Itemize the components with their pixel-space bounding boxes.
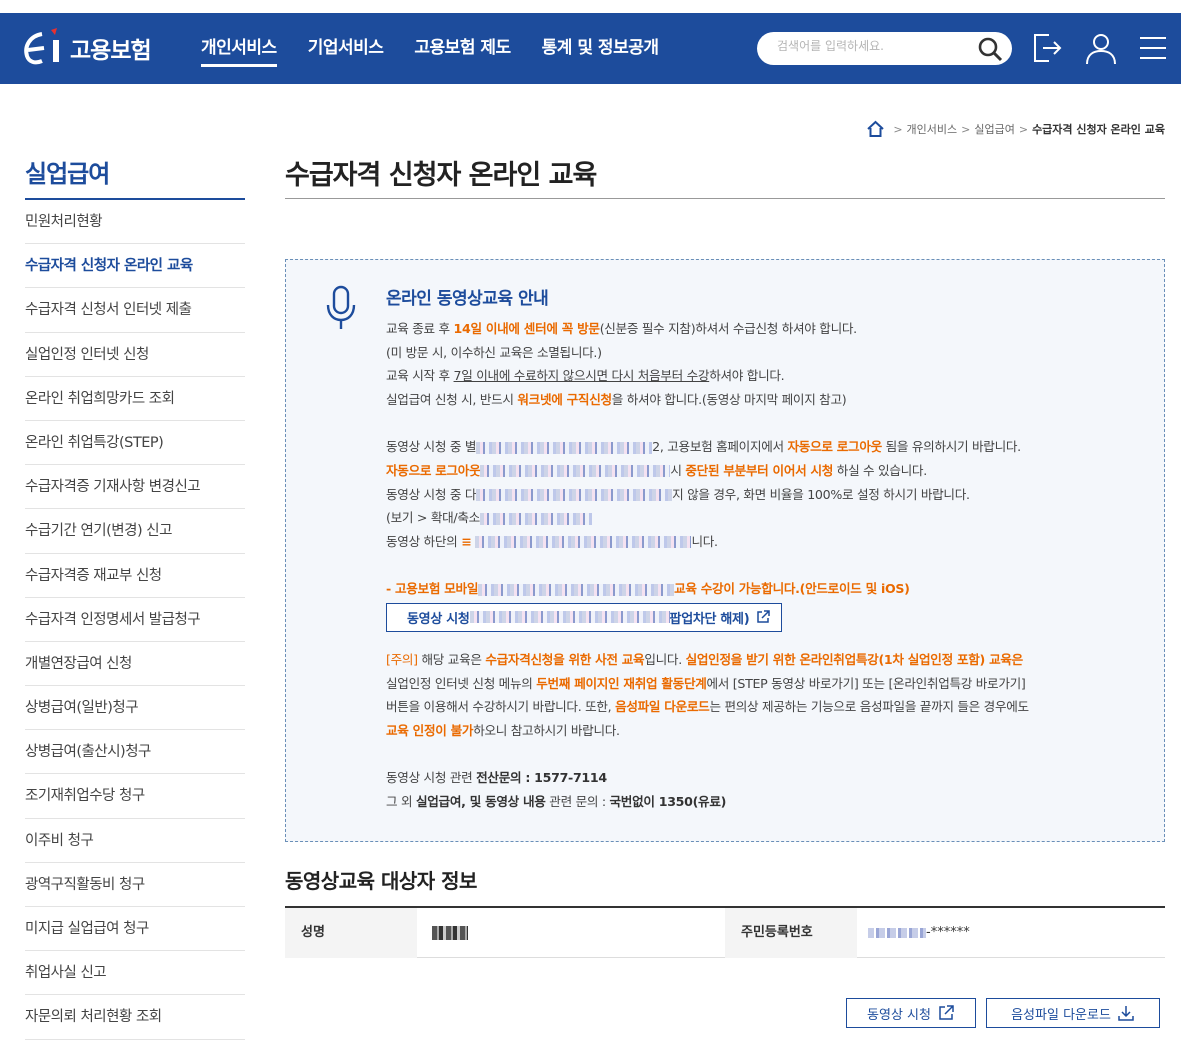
notice-line: 교육 시작 후 7일 이내에 수료하지 않으시면 다시 처음부터 수강하셔야 합… (386, 368, 785, 384)
logo-text: 고용보험 (70, 38, 152, 64)
ei-logo-icon (24, 28, 59, 65)
redacted-text (480, 465, 671, 478)
search-box (757, 32, 1012, 65)
redacted-text (476, 489, 673, 502)
external-link-icon (939, 1005, 954, 1020)
name-value (432, 908, 722, 958)
notice-title: 온라인 동영상교육 안내 (386, 289, 549, 309)
sidebar-item-wide-area[interactable]: 광역구직활동비 청구 (25, 863, 245, 907)
notice-line: 버튼을 이용해서 수강하시기 바랍니다. 또한, 음성파일 다운로드는 편의상 … (386, 699, 1029, 715)
redacted-ssn (868, 927, 926, 938)
redacted-text (479, 512, 592, 525)
sidebar-item-period-extension[interactable]: 수급기간 연기(변경) 신고 (25, 509, 245, 554)
sidebar-item-application-submit[interactable]: 수급자격 신청서 인터넷 제출 (25, 288, 245, 333)
subject-info-table: 성명 주민등록번호 -****** (285, 906, 1165, 958)
notice-body: 교육 종료 후 14일 이내에 센터에 꼭 방문(신분증 필수 지참)하셔서 수… (386, 317, 1156, 814)
watch-video-popup-link[interactable]: 동영상 시청 팝업차단 해제) (386, 602, 783, 632)
search-input[interactable] (777, 39, 967, 53)
sidebar-item-online-education[interactable]: 수급자격 신청자 온라인 교육 (25, 244, 245, 289)
subject-info-title: 동영상교육 대상자 정보 (285, 869, 477, 893)
ssn-label: 주민등록번호 (725, 908, 857, 958)
notice-line: 동영상 시청 중 다지 않을 경우, 화면 비율을 100%로 설정 하시기 바… (386, 486, 970, 502)
download-icon (1118, 1006, 1134, 1021)
sidebar: 실업급여 민원처리현황 수급자격 신청자 온라인 교육 수급자격 신청서 인터넷… (25, 154, 245, 1040)
sidebar-item-unpaid[interactable]: 미지급 실업급여 청구 (25, 907, 245, 952)
page-title: 수급자격 신청자 온라인 교육 (285, 160, 597, 191)
notice-line: - 고용보험 모바일 교육 수강이 가능합니다.(안드로이드 및 iOS) (386, 581, 910, 597)
sidebar-item-employment-report[interactable]: 취업사실 신고 (25, 951, 245, 996)
redacted-text (469, 611, 670, 624)
breadcrumb: > 개인서비스 > 실업급여 > 수급자격 신청자 온라인 교육 (866, 120, 1165, 138)
sidebar-menu: 민원처리현황 수급자격 신청자 온라인 교육 수급자격 신청서 인터넷 제출 실… (25, 200, 245, 1040)
sidebar-item-recognition[interactable]: 실업인정 인터넷 신청 (25, 333, 245, 377)
menu-icon[interactable] (1135, 30, 1171, 66)
redacted-text (475, 536, 692, 549)
notice-line: 실업인정 인터넷 신청 메뉴의 두번째 페이지인 재취업 활동단계에서 [STE… (386, 675, 1026, 691)
sidebar-title: 실업급여 (25, 154, 245, 200)
site-header: 고용보험 개인서비스 기업서비스 고용보험 제도 통계 및 정보공개 (0, 13, 1181, 84)
notice-line: [주의] 해당 교육은 수급자격신청을 위한 사전 교육입니다. 실업인정을 받… (386, 651, 1023, 667)
download-audio-button[interactable]: 음성파일 다운로드 (986, 998, 1160, 1028)
sidebar-item-individual-extension[interactable]: 개별연장급여 신청 (25, 642, 245, 687)
sidebar-item-sickness-general[interactable]: 상병급여(일반)청구 (25, 686, 245, 731)
logout-icon[interactable] (1029, 30, 1065, 66)
notice-line: 실업급여 신청 시, 반드시 워크넷에 구직신청을 하셔야 합니다.(동영상 마… (386, 391, 847, 407)
redacted-text (478, 583, 675, 596)
notice-line: 그 외 실업급여, 및 동영상 내용 관련 문의 : 국번없이 1350(유료) (386, 793, 727, 809)
main-nav: 개인서비스 기업서비스 고용보험 제도 통계 및 정보공개 (201, 13, 690, 84)
redacted-name (432, 925, 468, 940)
notice-line: 자동으로 로그아웃 시 중단된 부분부터 이어서 시청 하실 수 있습니다. (386, 462, 927, 478)
sidebar-item-advisory[interactable]: 자문의뢰 처리현황 조회 (25, 995, 245, 1040)
title-divider (285, 198, 1165, 199)
notice-line: (미 방문 시, 이수하신 교육은 소멸됩니다.) (386, 344, 602, 360)
ssn-value: -****** (868, 908, 1028, 958)
site-logo[interactable]: 고용보험 (22, 23, 152, 73)
notice-line: (보기 > 확대/축소 (386, 506, 1156, 530)
breadcrumb-current: 수급자격 신청자 온라인 교육 (1032, 123, 1165, 136)
sidebar-item-sickness-birth[interactable]: 상병급여(출산시)청구 (25, 730, 245, 775)
breadcrumb-unemployment[interactable]: 실업급여 (974, 121, 1014, 137)
nav-business-services[interactable]: 기업서비스 (308, 13, 384, 84)
notice-line: 교육 종료 후 14일 이내에 센터에 꼭 방문(신분증 필수 지참)하셔서 수… (386, 321, 857, 336)
sidebar-item-reissue[interactable]: 수급자격증 재교부 신청 (25, 554, 245, 598)
sidebar-item-change-report[interactable]: 수급자격증 기재사항 변경신고 (25, 465, 245, 510)
search-icon[interactable] (977, 36, 1003, 62)
nav-personal-services[interactable]: 개인서비스 (201, 13, 277, 84)
sidebar-item-status[interactable]: 민원처리현황 (25, 200, 245, 245)
sidebar-item-relocation[interactable]: 이주비 청구 (25, 819, 245, 863)
sidebar-item-statement[interactable]: 수급자격 인정명세서 발급청구 (25, 598, 245, 642)
notice-line: 교육 인정이 불가하오니 참고하시기 바랍니다. (386, 722, 620, 738)
external-link-icon (757, 610, 771, 624)
notice-line: 동영상 하단의 ≡ 니다. (386, 533, 718, 549)
sidebar-item-step[interactable]: 온라인 취업특강(STEP) (25, 421, 245, 466)
watch-video-button[interactable]: 동영상 시청 (846, 998, 976, 1028)
breadcrumb-personal[interactable]: 개인서비스 (907, 121, 958, 137)
nav-statistics[interactable]: 통계 및 정보공개 (542, 13, 659, 84)
notice-line: 동영상 시청 관련 전산문의 : 1577-7114 (386, 770, 607, 786)
home-icon[interactable] (866, 120, 885, 138)
nav-insurance-system[interactable]: 고용보험 제도 (414, 13, 511, 84)
notice-line: 동영상 시청 중 별 2, 고용보험 홈페이지에서 자동으로 로그아웃 됨을 유의… (386, 439, 1021, 455)
sidebar-item-early-reemployment[interactable]: 조기재취업수당 청구 (25, 774, 245, 819)
user-icon[interactable] (1083, 30, 1119, 66)
sidebar-item-job-hope-card[interactable]: 온라인 취업희망카드 조회 (25, 377, 245, 421)
name-label: 성명 (285, 908, 417, 958)
notice-box: 온라인 동영상교육 안내 교육 종료 후 14일 이내에 센터에 꼭 방문(신분… (285, 259, 1165, 842)
microphone-icon (326, 285, 356, 329)
redacted-text (476, 441, 653, 454)
